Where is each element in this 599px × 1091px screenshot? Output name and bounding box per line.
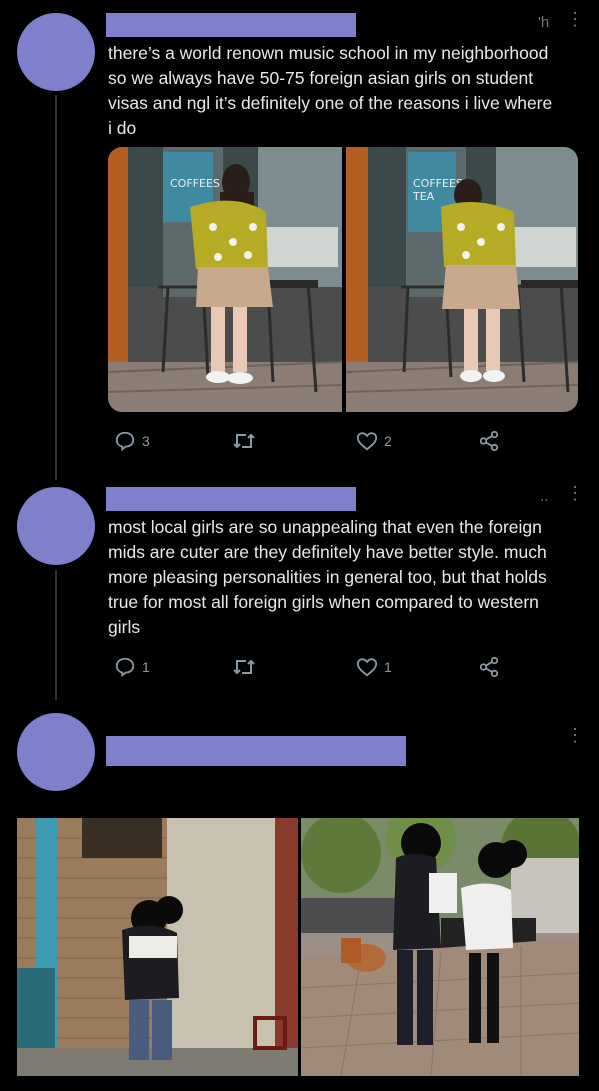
thread-line <box>55 570 57 700</box>
avatar[interactable] <box>17 13 95 91</box>
more-options-icon[interactable]: ⋮ <box>566 726 584 744</box>
street-photo-1: COFFEES <box>108 147 342 412</box>
heart-icon <box>356 432 378 451</box>
like-count: 1 <box>384 659 392 675</box>
retweet-icon <box>233 659 255 675</box>
share-button[interactable] <box>478 430 500 452</box>
tweet-text: there’s a world renown music school in m… <box>108 43 553 138</box>
author-name-redacted[interactable] <box>106 13 356 37</box>
shop-sign-text: COFFEES <box>170 177 220 190</box>
tweet-photo[interactable]: COFFEES TEA <box>346 147 578 412</box>
reply-count: 1 <box>142 659 150 675</box>
like-count: 2 <box>384 433 392 449</box>
share-button[interactable] <box>478 656 500 678</box>
author-name-redacted[interactable] <box>106 487 356 511</box>
more-options-icon[interactable]: ⋮ <box>566 484 584 502</box>
plaza-photo <box>301 818 579 1076</box>
reply-icon <box>115 657 135 678</box>
like-button[interactable]: 1 <box>356 656 392 678</box>
share-icon <box>479 656 499 678</box>
reply-button[interactable]: 3 <box>114 430 150 452</box>
more-options-icon[interactable]: ⋮ <box>566 10 584 28</box>
timestamp[interactable]: .. <box>540 488 548 505</box>
tweet-photo[interactable]: COFFEES <box>108 147 342 412</box>
share-icon <box>479 430 499 452</box>
tweet-photo[interactable] <box>17 818 298 1076</box>
reply-count: 3 <box>142 433 150 449</box>
heart-icon <box>356 658 378 677</box>
like-button[interactable]: 2 <box>356 430 392 452</box>
timestamp[interactable]: 'h <box>538 14 549 31</box>
reply-icon <box>115 431 135 452</box>
alley-photo <box>17 818 298 1076</box>
avatar[interactable] <box>17 713 95 791</box>
reply-button[interactable]: 1 <box>114 656 150 678</box>
street-photo-2: COFFEES TEA <box>346 147 578 412</box>
retweet-icon <box>233 433 255 449</box>
retweet-button[interactable] <box>232 656 256 678</box>
avatar[interactable] <box>17 487 95 565</box>
tweet-photo[interactable] <box>301 818 579 1076</box>
tweet-text: most local girls are so unappealing that… <box>108 517 547 637</box>
retweet-button[interactable] <box>232 430 256 452</box>
thread-line <box>55 95 57 480</box>
author-name-redacted[interactable] <box>106 736 406 766</box>
